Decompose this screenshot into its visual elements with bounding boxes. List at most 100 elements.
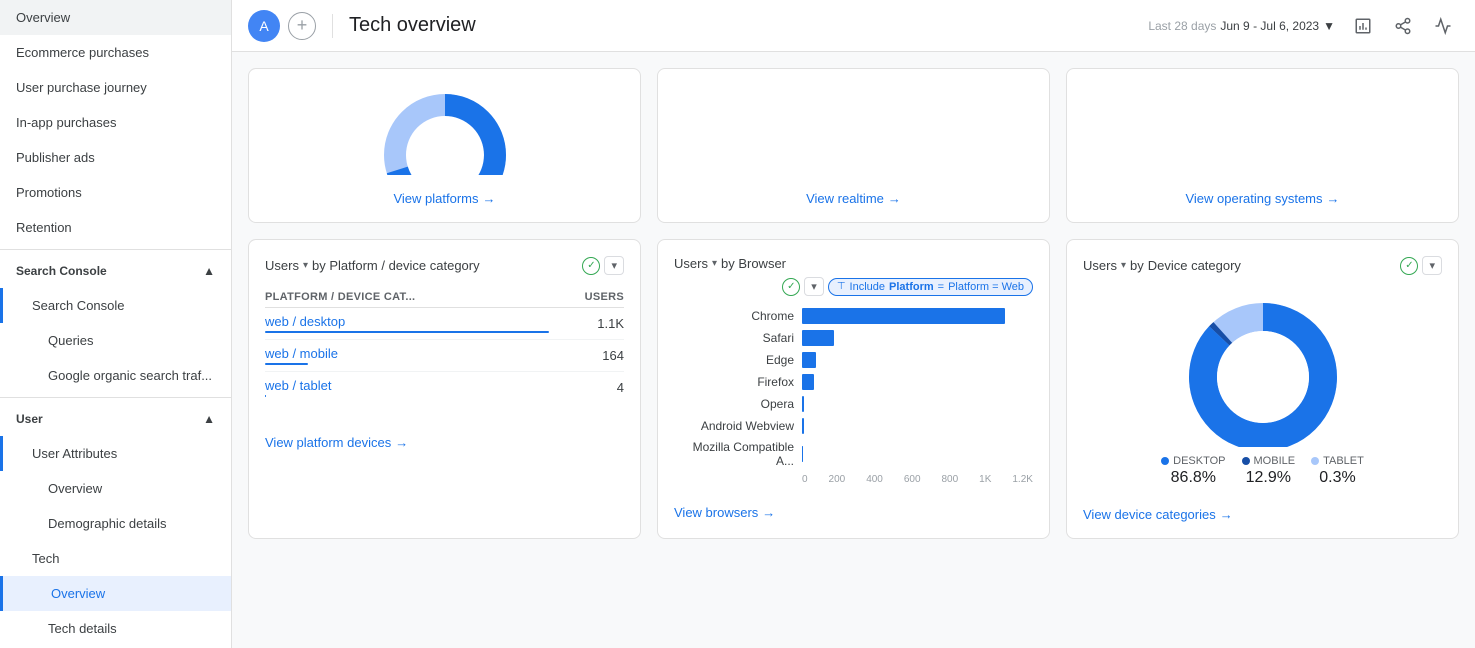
device-check-icon: ✓	[1400, 257, 1418, 275]
browser-users-label: Users	[674, 256, 708, 271]
browser-name: Firefox	[674, 375, 794, 389]
platform-ctrl-dropdown[interactable]: ▾	[604, 256, 624, 275]
view-realtime-link[interactable]: View realtime →	[806, 183, 901, 206]
sidebar-item-promotions[interactable]: Promotions	[0, 175, 231, 210]
browser-name: Safari	[674, 331, 794, 345]
view-browsers-label: View browsers	[674, 505, 758, 520]
legend-value: 12.9%	[1246, 469, 1291, 487]
legend-dot	[1161, 457, 1169, 465]
detail-cards-row: Users ▾ by Platform / device category ✓ …	[248, 239, 1459, 539]
top-bar: A + Tech overview Last 28 days Jun 9 - J…	[232, 0, 1475, 52]
sidebar-item-retention[interactable]: Retention	[0, 210, 231, 245]
sidebar-item-tech-details[interactable]: Tech details	[0, 611, 231, 646]
legend-item: MOBILE 12.9%	[1242, 455, 1296, 487]
sidebar-item-google-organic[interactable]: Google organic search traf...	[0, 358, 231, 393]
legend-label: DESKTOP	[1173, 455, 1225, 467]
view-platform-devices-link[interactable]: View platform devices →	[265, 427, 624, 450]
device-users-dropdown-icon[interactable]: ▾	[1121, 260, 1126, 271]
platform-top-card: View platforms →	[248, 68, 641, 223]
browser-bar-wrap	[802, 308, 1033, 324]
browser-chart-row: Chrome	[674, 308, 1033, 324]
date-range-label: Last 28 days	[1148, 19, 1216, 33]
user-section-header[interactable]: User ▲	[0, 402, 231, 436]
legend-dot-row: DESKTOP	[1161, 455, 1225, 467]
share-icon-button[interactable]	[1387, 10, 1419, 42]
sidebar-item-ecommerce[interactable]: Ecommerce purchases	[0, 35, 231, 70]
users-cell: 164	[549, 340, 624, 372]
sidebar-item-search-console[interactable]: Search Console	[0, 288, 231, 323]
browser-ctrl-dropdown[interactable]: ▾	[804, 277, 824, 296]
browser-chart-row: Safari	[674, 330, 1033, 346]
view-platforms-link[interactable]: View platforms →	[393, 183, 495, 206]
platform-device-card: Users ▾ by Platform / device category ✓ …	[248, 239, 641, 539]
sidebar: Overview Ecommerce purchases User purcha…	[0, 0, 232, 648]
search-console-wrapper: Search Console	[0, 288, 231, 323]
sidebar-divider-1	[0, 249, 231, 250]
browser-by-text: by Browser	[721, 256, 786, 271]
view-realtime-arrow: →	[888, 191, 901, 206]
browser-users-dropdown-icon[interactable]: ▾	[712, 258, 717, 269]
filter-platform-label: Platform	[889, 281, 934, 293]
browser-card-header: Users ▾ by Browser ✓ ▾ ⊤ Include Platfor…	[674, 256, 1033, 296]
sidebar-item-publisher-ads[interactable]: Publisher ads	[0, 140, 231, 175]
sidebar-item-demographic-details[interactable]: Demographic details	[0, 506, 231, 541]
axis-label: 1K	[979, 474, 991, 485]
axis-label: 600	[904, 474, 921, 485]
add-button[interactable]: +	[288, 12, 316, 40]
browser-name: Chrome	[674, 309, 794, 323]
users-cell: 4	[549, 372, 624, 404]
filter-include-label: Include	[850, 281, 885, 293]
platform-col-header: PLATFORM / DEVICE CAT...	[265, 287, 549, 308]
users-cell: 1.1K	[549, 308, 624, 340]
sidebar-item-overview[interactable]: Overview	[0, 0, 231, 35]
device-card-title: Users ▾ by Device category	[1083, 258, 1241, 273]
device-donut-container: DESKTOP 86.8% MOBILE 12.9% TABLET 0.3%	[1083, 287, 1442, 487]
device-ctrl-dropdown[interactable]: ▾	[1422, 256, 1442, 275]
axis-label: 400	[866, 474, 883, 485]
platform-cell[interactable]: web / desktop	[265, 308, 549, 340]
explore-icon-button[interactable]	[1427, 10, 1459, 42]
platform-cell[interactable]: web / mobile	[265, 340, 549, 372]
top-bar-icons	[1347, 10, 1459, 42]
view-browsers-arrow: →	[762, 505, 775, 520]
chart-icon-button[interactable]	[1347, 10, 1379, 42]
device-card-header: Users ▾ by Device category ✓ ▾	[1083, 256, 1442, 275]
user-section-label: User	[16, 412, 43, 426]
browser-bar-wrap	[802, 396, 1033, 412]
browser-name: Mozilla Compatible A...	[674, 440, 794, 468]
axis-label: 200	[829, 474, 846, 485]
date-range-value[interactable]: Jun 9 - Jul 6, 2023	[1220, 19, 1319, 33]
view-browsers-link[interactable]: View browsers →	[674, 497, 1033, 520]
sidebar-item-user-overview[interactable]: Overview	[0, 471, 231, 506]
browser-bar	[802, 446, 803, 462]
search-console-section-header[interactable]: Search Console ▲	[0, 254, 231, 288]
browser-chart-row: Firefox	[674, 374, 1033, 390]
os-top-card: View operating systems →	[1066, 68, 1459, 223]
user-collapse-icon: ▲	[203, 412, 215, 426]
platform-cell[interactable]: web / tablet	[265, 372, 549, 404]
view-device-categories-link[interactable]: View device categories →	[1083, 499, 1442, 522]
browser-name: Edge	[674, 353, 794, 367]
view-os-link[interactable]: View operating systems →	[1185, 183, 1339, 206]
sidebar-item-in-app[interactable]: In-app purchases	[0, 105, 231, 140]
device-category-card: Users ▾ by Device category ✓ ▾	[1066, 239, 1459, 539]
platform-users-dropdown-icon[interactable]: ▾	[303, 260, 308, 271]
view-platforms-arrow: →	[483, 191, 496, 206]
sidebar-item-user-attributes[interactable]: User Attributes	[0, 436, 231, 471]
search-console-collapse-icon: ▲	[203, 264, 215, 278]
sidebar-item-tech-overview[interactable]: Overview	[0, 576, 231, 611]
sidebar-item-user-purchase-journey[interactable]: User purchase journey	[0, 70, 231, 105]
browser-chart-row: Edge	[674, 352, 1033, 368]
platform-users-label: Users	[265, 258, 299, 273]
sidebar-item-tech[interactable]: Tech	[0, 541, 231, 576]
sidebar-item-queries[interactable]: Queries	[0, 323, 231, 358]
page-title: Tech overview	[349, 14, 1148, 37]
device-category-label: Device category	[1148, 258, 1241, 273]
view-platform-devices-arrow: →	[395, 435, 408, 450]
date-range-dropdown-icon[interactable]: ▼	[1323, 19, 1335, 33]
platform-by-text: by Platform / device category	[312, 258, 480, 273]
browser-filter-chip[interactable]: ⊤ Include Platform = Platform = Web	[828, 278, 1033, 296]
browser-bar	[802, 308, 1005, 324]
browser-card: Users ▾ by Browser ✓ ▾ ⊤ Include Platfor…	[657, 239, 1050, 539]
view-os-arrow: →	[1327, 191, 1340, 206]
